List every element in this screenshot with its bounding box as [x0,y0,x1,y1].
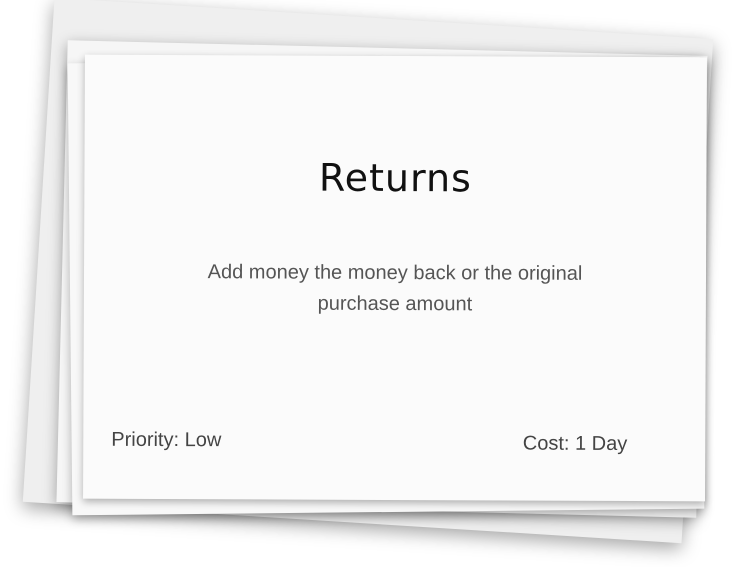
task-card[interactable]: Returns Add money the money back or the … [83,54,707,502]
card-stack-stage: Returns Add money the money back or the … [0,0,742,567]
card-cost: Cost: 1 Day [522,432,628,456]
card-priority: Priority: Low [111,428,222,452]
card-title: Returns [318,155,472,201]
card-description: Add money the money back or the original… [207,261,583,316]
